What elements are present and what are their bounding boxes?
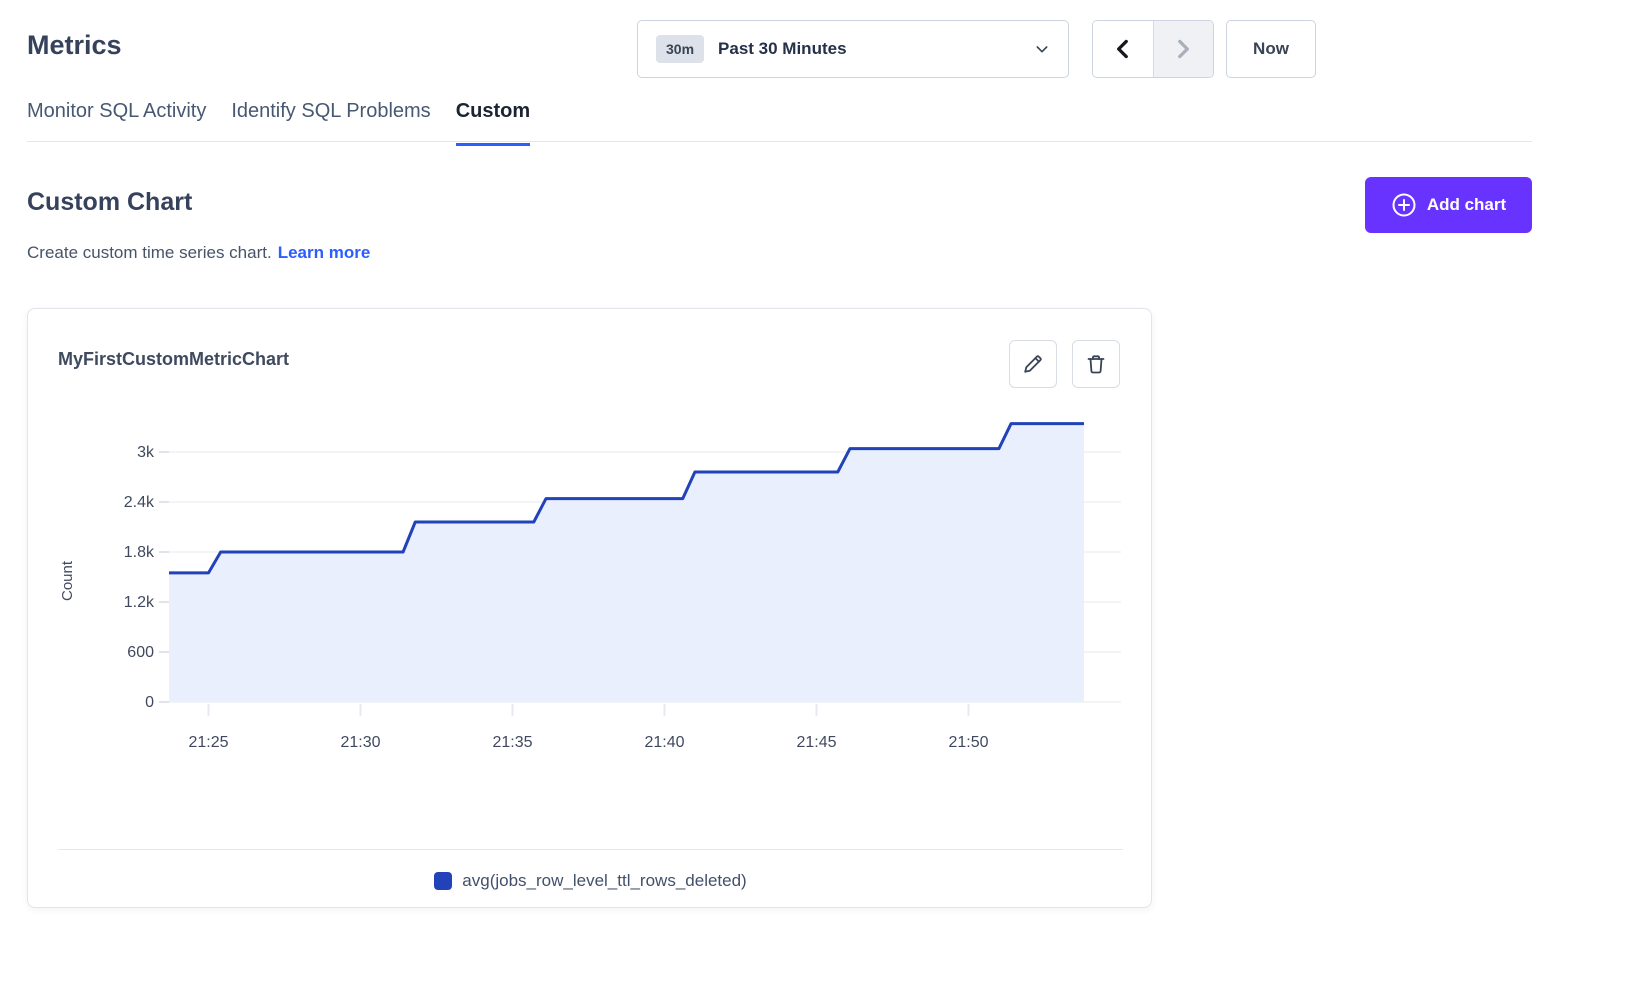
chevron-right-icon <box>1170 36 1196 62</box>
add-chart-label: Add chart <box>1427 195 1506 215</box>
tabs-divider <box>27 141 1532 142</box>
edit-chart-button[interactable] <box>1009 340 1057 388</box>
now-button-label: Now <box>1253 39 1289 59</box>
page-title: Metrics <box>27 30 122 61</box>
svg-text:21:25: 21:25 <box>188 734 228 751</box>
svg-text:3k: 3k <box>137 444 155 461</box>
trash-icon <box>1084 352 1108 376</box>
legend-swatch <box>434 872 452 890</box>
chevron-down-icon <box>1034 41 1050 57</box>
svg-text:1.8k: 1.8k <box>124 544 155 561</box>
svg-text:21:35: 21:35 <box>492 734 532 751</box>
section-subtitle: Create custom time series chart. Learn mo… <box>27 243 370 263</box>
plus-circle-icon <box>1391 192 1417 218</box>
time-prev-button[interactable] <box>1093 21 1153 77</box>
metrics-page: Metrics 30m Past 30 Minutes Now Monitor … <box>0 0 1650 982</box>
time-range-badge: 30m <box>656 35 704 63</box>
delete-chart-button[interactable] <box>1072 340 1120 388</box>
svg-text:21:50: 21:50 <box>948 734 988 751</box>
chart-svg: 0 600 1.2k 1.8k 2.4k 3k 21:25 21:30 21:35 21:40 21… <box>58 409 1123 809</box>
svg-text:Count: Count <box>59 560 76 601</box>
tab-identify-sql-problems[interactable]: Identify SQL Problems <box>231 100 430 146</box>
time-next-button[interactable] <box>1153 21 1214 77</box>
svg-text:600: 600 <box>127 644 154 661</box>
now-button[interactable]: Now <box>1226 20 1316 78</box>
chevron-left-icon <box>1110 36 1136 62</box>
time-range-label: Past 30 Minutes <box>718 39 1034 59</box>
chart-legend: avg(jobs_row_level_ttl_rows_deleted) <box>28 871 1153 891</box>
svg-text:21:30: 21:30 <box>340 734 380 751</box>
svg-text:2.4k: 2.4k <box>124 494 155 511</box>
chart-title: MyFirstCustomMetricChart <box>58 349 289 370</box>
svg-text:21:40: 21:40 <box>644 734 684 751</box>
svg-text:1.2k: 1.2k <box>124 594 155 611</box>
tab-bar: Monitor SQL Activity Identify SQL Proble… <box>27 100 530 146</box>
section-subtitle-text: Create custom time series chart. <box>27 243 272 262</box>
legend-label: avg(jobs_row_level_ttl_rows_deleted) <box>462 871 746 891</box>
pencil-icon <box>1021 352 1045 376</box>
add-chart-button[interactable]: Add chart <box>1365 177 1532 233</box>
time-nav-group <box>1092 20 1214 78</box>
tab-monitor-sql-activity[interactable]: Monitor SQL Activity <box>27 100 206 146</box>
svg-text:0: 0 <box>145 694 154 711</box>
tab-custom[interactable]: Custom <box>456 100 530 146</box>
card-divider <box>58 849 1123 850</box>
learn-more-link[interactable]: Learn more <box>278 243 371 262</box>
section-title: Custom Chart <box>27 188 192 217</box>
time-range-dropdown[interactable]: 30m Past 30 Minutes <box>637 20 1069 78</box>
custom-chart-plot: 0 600 1.2k 1.8k 2.4k 3k 21:25 21:30 21:35 21:40 21… <box>58 409 1123 809</box>
custom-chart-card: MyFirstCustomMetricChart 0 600 1.2k 1.8k 2.4… <box>27 308 1152 908</box>
svg-text:21:45: 21:45 <box>796 734 836 751</box>
